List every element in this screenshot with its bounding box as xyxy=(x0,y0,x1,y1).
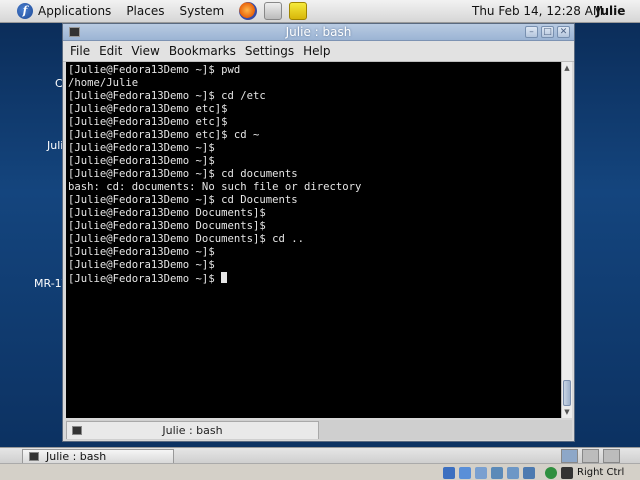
menu-edit[interactable]: Edit xyxy=(99,44,122,58)
network-icon[interactable] xyxy=(491,467,503,479)
terminal-line: [Julie@Fedora13Demo ~]$ pwd xyxy=(68,64,241,76)
user-menu[interactable]: Julie xyxy=(596,4,625,18)
usb-icon[interactable] xyxy=(475,467,487,479)
terminal-line: [Julie@Fedora13Demo etc]$ xyxy=(68,116,228,128)
terminal-line: /home/Julie xyxy=(68,77,139,89)
close-button[interactable]: ✕ xyxy=(557,26,570,38)
taskbar-button-terminal[interactable]: Julie : bash xyxy=(22,449,174,464)
places-menu[interactable]: Places xyxy=(126,4,164,18)
mouse-integration-icon[interactable] xyxy=(545,467,557,479)
terminal-line: [Julie@Fedora13Demo Documents]$ xyxy=(68,220,266,232)
workspace-1[interactable] xyxy=(561,449,578,463)
scroll-thumb[interactable] xyxy=(563,380,571,406)
top-panel: f Applications Places System Thu Feb 14,… xyxy=(0,0,640,23)
terminal-line: [Julie@Fedora13Demo ~]$ xyxy=(68,246,215,258)
menu-bookmarks[interactable]: Bookmarks xyxy=(169,44,236,58)
terminal-line: [Julie@Fedora13Demo etc]$ cd ~ xyxy=(68,129,260,141)
tab-julie-bash[interactable]: Julie : bash xyxy=(66,421,319,439)
tab-label: Julie : bash xyxy=(162,424,223,437)
terminal-line: [Julie@Fedora13Demo ~]$ xyxy=(68,259,215,271)
terminal-line: [Julie@Fedora13Demo ~]$ xyxy=(68,155,215,167)
terminal-line: bash: cd: documents: No such file or dir… xyxy=(68,181,362,193)
terminal-line: [Julie@Fedora13Demo etc]$ xyxy=(68,103,228,115)
minimize-button[interactable]: – xyxy=(525,26,538,38)
terminal-line: [Julie@Fedora13Demo ~]$ cd documents xyxy=(68,168,298,180)
terminal-window: Julie : bash – □ ✕ File Edit View Bookma… xyxy=(62,23,575,442)
applications-menu[interactable]: Applications xyxy=(38,4,111,18)
terminal-icon xyxy=(29,452,39,461)
keyboard-capture-icon[interactable] xyxy=(561,467,573,479)
menu-settings[interactable]: Settings xyxy=(245,44,294,58)
terminal-prompt: [Julie@Fedora13Demo ~]$ xyxy=(68,273,222,285)
workspace-2[interactable] xyxy=(582,449,599,463)
host-key-label: Right Ctrl xyxy=(577,467,625,478)
menubar: File Edit View Bookmarks Settings Help xyxy=(63,41,574,62)
optical-drive-icon[interactable] xyxy=(459,467,471,479)
firefox-icon[interactable] xyxy=(239,2,258,20)
vm-status-bar: Right Ctrl xyxy=(0,463,640,480)
terminal-line: [Julie@Fedora13Demo ~]$ cd /etc xyxy=(68,90,266,102)
tab-bar: Julie : bash xyxy=(66,420,572,440)
terminal-line: [Julie@Fedora13Demo Documents]$ xyxy=(68,207,266,219)
terminal-prompt-line[interactable]: [Julie@Fedora13Demo ~]$ xyxy=(68,272,561,285)
hard-disk-icon[interactable] xyxy=(443,467,455,479)
shared-folder-icon[interactable] xyxy=(507,467,519,479)
menu-file[interactable]: File xyxy=(70,44,90,58)
capture-icon[interactable] xyxy=(523,467,535,479)
vertical-scrollbar[interactable]: ▲ ▼ xyxy=(561,62,572,418)
notes-icon[interactable] xyxy=(289,2,308,20)
scroll-up-icon[interactable]: ▲ xyxy=(562,63,572,73)
window-title: Julie : bash xyxy=(285,25,352,39)
terminal-line: [Julie@Fedora13Demo ~]$ xyxy=(68,142,215,154)
taskbar-label: Julie : bash xyxy=(46,450,107,463)
mail-icon[interactable] xyxy=(264,2,283,20)
system-menu[interactable]: System xyxy=(179,4,224,18)
fedora-logo-icon[interactable]: f xyxy=(17,3,33,19)
clock[interactable]: Thu Feb 14, 12:28 AM xyxy=(472,4,603,18)
bottom-panel: Julie : bash xyxy=(0,447,640,464)
scroll-down-icon[interactable]: ▼ xyxy=(562,407,572,417)
maximize-button[interactable]: □ xyxy=(541,26,554,38)
terminal-icon xyxy=(72,426,82,435)
terminal-output[interactable]: [Julie@Fedora13Demo ~]$ pwd /home/Julie … xyxy=(66,62,561,418)
terminal-line: [Julie@Fedora13Demo Documents]$ cd .. xyxy=(68,233,304,245)
text-cursor xyxy=(221,272,228,283)
desktop-icon-label[interactable]: Juli xyxy=(47,139,63,152)
menu-help[interactable]: Help xyxy=(303,44,330,58)
menu-view[interactable]: View xyxy=(131,44,159,58)
window-titlebar[interactable]: Julie : bash – □ ✕ xyxy=(63,24,574,41)
workspace-3[interactable] xyxy=(603,449,620,463)
terminal-line: [Julie@Fedora13Demo ~]$ cd Documents xyxy=(68,194,298,206)
